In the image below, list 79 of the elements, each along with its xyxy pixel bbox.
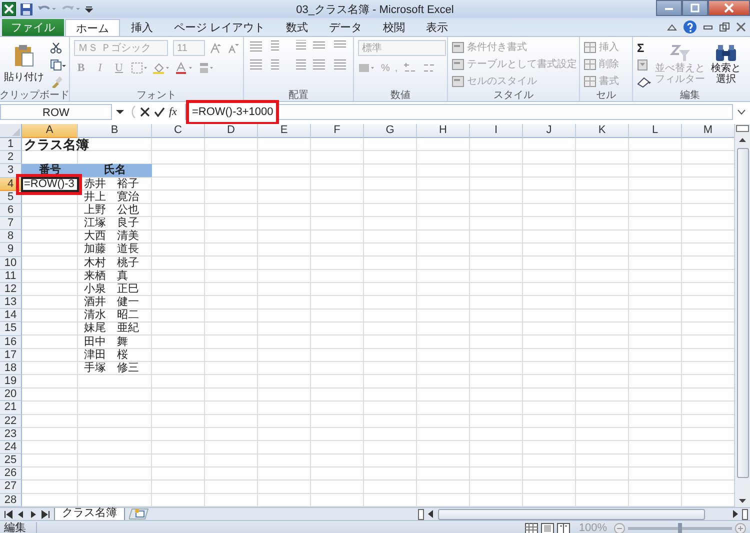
row-header[interactable]: 21 bbox=[0, 401, 22, 415]
name-cell-text: 手塚 修三 bbox=[83, 362, 139, 374]
group-label: スタイル bbox=[494, 89, 534, 101]
sheet-tab[interactable]: クラス名簿 bbox=[54, 508, 125, 520]
column-header[interactable]: L bbox=[629, 124, 682, 138]
column-header[interactable]: F bbox=[311, 124, 364, 138]
row-header[interactable]: 25 bbox=[0, 454, 22, 468]
name-cell-text: 酒井 健一 bbox=[83, 296, 139, 308]
name-cell-text: 赤井 裕子 bbox=[83, 178, 139, 190]
column-header[interactable]: K bbox=[576, 124, 629, 138]
row-header[interactable]: 15 bbox=[0, 322, 22, 336]
row-header[interactable]: 1 bbox=[0, 138, 22, 152]
row-header[interactable]: 6 bbox=[0, 204, 22, 218]
name-cell-text: 上野 公也 bbox=[83, 204, 139, 216]
autosum-button[interactable]: Σ bbox=[637, 42, 644, 54]
name-cell-text: 小泉 正巳 bbox=[83, 282, 139, 295]
group-label: 編集 bbox=[680, 89, 700, 101]
row-header[interactable]: 28 bbox=[0, 494, 22, 507]
row-header[interactable]: 3 bbox=[0, 164, 22, 178]
row-header[interactable]: 11 bbox=[0, 270, 22, 283]
name-cell-text: 清水 昭二 bbox=[83, 309, 139, 322]
name-cell-text: 木村 桃子 bbox=[83, 256, 139, 269]
row-header[interactable]: 2 bbox=[0, 151, 22, 164]
window-title: 03_クラス名簿 - Microsoft Excel bbox=[296, 2, 454, 16]
name-cell-text: 田中 舞 bbox=[83, 336, 128, 348]
row-header[interactable]: 20 bbox=[0, 388, 22, 402]
name-box[interactable]: ROW bbox=[0, 104, 112, 120]
row-header[interactable]: 8 bbox=[0, 230, 22, 244]
column-header[interactable]: A bbox=[22, 124, 78, 138]
row-header[interactable]: 27 bbox=[0, 480, 22, 494]
row-header[interactable]: 22 bbox=[0, 414, 22, 428]
group-label: 数値 bbox=[390, 89, 410, 101]
ribbon-tab[interactable]: ホーム bbox=[65, 19, 120, 36]
column-header[interactable]: H bbox=[417, 124, 470, 138]
column-header[interactable]: C bbox=[152, 124, 205, 138]
ribbon-tab[interactable]: 表示 bbox=[416, 19, 458, 36]
column-header[interactable]: M bbox=[682, 124, 734, 138]
row-header[interactable]: 19 bbox=[0, 375, 22, 388]
group-label: 配置 bbox=[288, 88, 308, 101]
name-cell-text: 津田 桜 bbox=[83, 348, 128, 361]
insert-function-button[interactable]: fx bbox=[169, 106, 177, 118]
ribbon-tab[interactable]: ページ レイアウト bbox=[164, 19, 276, 36]
row-header[interactable]: 10 bbox=[0, 256, 22, 270]
row-header[interactable]: 26 bbox=[0, 467, 22, 480]
name-cell-text: 井上 寛治 bbox=[83, 190, 139, 203]
row-header[interactable]: 17 bbox=[0, 348, 22, 362]
column-header[interactable]: G bbox=[364, 124, 417, 138]
name-cell-text: 大西 清美 bbox=[83, 230, 139, 242]
table-header-cell: 氏名 bbox=[78, 164, 152, 178]
column-header[interactable]: E bbox=[258, 124, 311, 138]
ribbon-tab[interactable]: 挿入 bbox=[121, 19, 163, 36]
status-mode: 編集 bbox=[0, 522, 37, 533]
row-header[interactable]: 18 bbox=[0, 362, 22, 376]
row-header[interactable]: 16 bbox=[0, 336, 22, 349]
row-header[interactable]: 9 bbox=[0, 243, 22, 257]
ribbon-tab[interactable]: 校閲 bbox=[373, 19, 416, 36]
row-header[interactable]: 12 bbox=[0, 282, 22, 296]
row-header[interactable]: 7 bbox=[0, 217, 22, 230]
row-header[interactable]: 14 bbox=[0, 309, 22, 322]
column-header[interactable]: I bbox=[470, 124, 523, 138]
group-label: クリップボード bbox=[0, 88, 70, 101]
paste-button[interactable]: 貼り付け bbox=[4, 44, 44, 84]
row-header[interactable]: 24 bbox=[0, 440, 22, 454]
group-label: フォント bbox=[136, 89, 176, 101]
find-select-button[interactable]: 検索と選択 bbox=[709, 44, 743, 84]
ribbon-tab[interactable]: 数式 bbox=[276, 19, 318, 36]
ribbon-tab[interactable]: データ bbox=[319, 19, 372, 36]
name-cell-text: 来栖 真 bbox=[83, 270, 128, 282]
column-header[interactable]: B bbox=[78, 124, 152, 138]
name-cell-text: 江塚 良子 bbox=[83, 217, 139, 230]
column-header[interactable]: D bbox=[205, 124, 258, 138]
name-cell-text: 妹尾 亜紀 bbox=[83, 322, 139, 334]
row-header[interactable]: 23 bbox=[0, 428, 22, 441]
column-header[interactable]: J bbox=[523, 124, 576, 138]
file-tab[interactable]: ファイル bbox=[2, 19, 64, 36]
row-header[interactable]: 13 bbox=[0, 296, 22, 310]
group-label: セル bbox=[596, 89, 616, 101]
name-cell-text: 加藤 道長 bbox=[83, 243, 139, 256]
formula-text[interactable]: =ROW()-3+1000 bbox=[192, 106, 274, 118]
